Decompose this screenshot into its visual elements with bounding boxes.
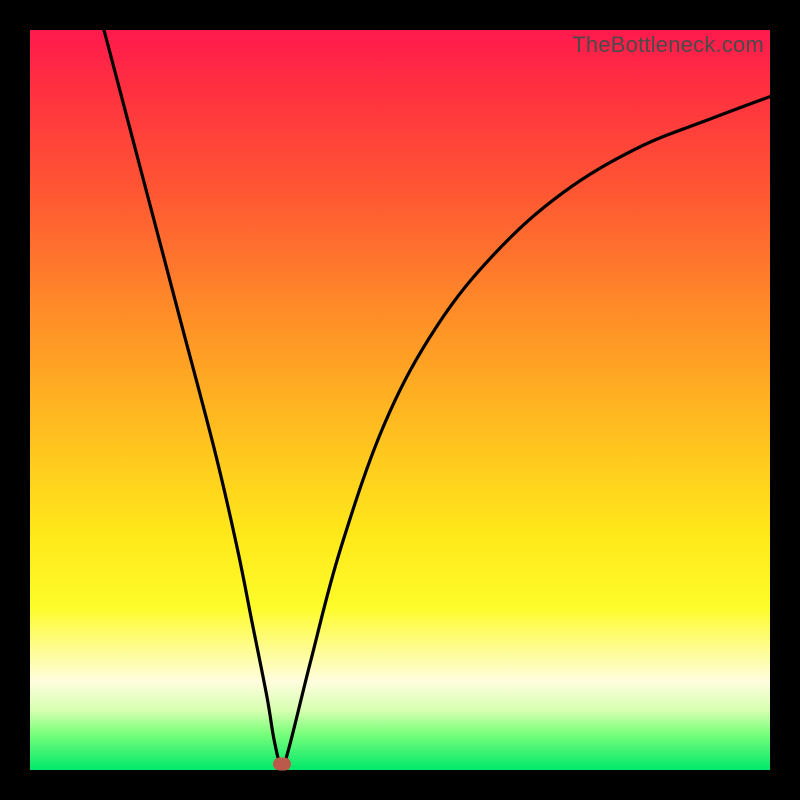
plot-area: TheBottleneck.com [30,30,770,770]
bottleneck-curve [104,30,770,767]
curve-svg [30,30,770,770]
chart-frame: TheBottleneck.com [0,0,800,800]
optimal-point-marker [273,758,291,771]
